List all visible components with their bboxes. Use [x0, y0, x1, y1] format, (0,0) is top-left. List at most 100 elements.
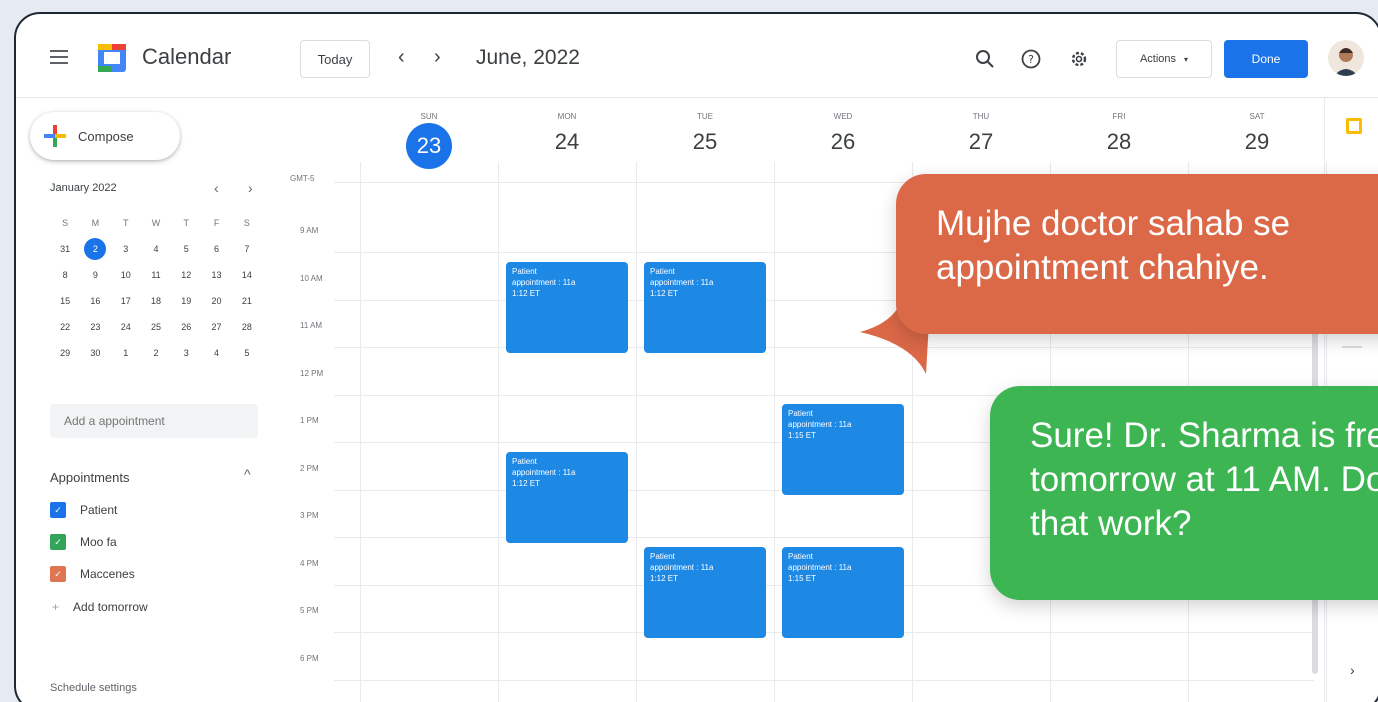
help-icon[interactable]: ?: [1020, 48, 1042, 70]
mini-day[interactable]: 30: [80, 348, 110, 358]
mini-day[interactable]: 19: [171, 296, 201, 306]
calendar-item-patient[interactable]: ✓ Patient: [50, 502, 117, 518]
day-header-25[interactable]: TUE 25: [636, 106, 774, 155]
day-name: SUN: [420, 112, 438, 121]
done-button[interactable]: Done: [1224, 40, 1308, 78]
day-header-29[interactable]: SAT 29: [1188, 106, 1326, 155]
day-name: MON: [557, 112, 577, 121]
grid-line: [334, 679, 1314, 681]
mini-day[interactable]: 25: [141, 322, 171, 332]
calendar-event[interactable]: Patient appointment : 11a 1:15 ET: [782, 404, 904, 495]
mini-day[interactable]: 2: [80, 238, 110, 260]
keep-notes-icon[interactable]: [1346, 118, 1362, 134]
mini-day[interactable]: 11: [141, 270, 171, 280]
event-text: appointment : 11a: [788, 420, 852, 429]
mini-day[interactable]: 18: [141, 296, 171, 306]
expand-panel-icon[interactable]: ›: [1350, 662, 1355, 678]
mini-day[interactable]: 17: [111, 296, 141, 306]
day-number[interactable]: 26: [774, 129, 912, 155]
mini-day[interactable]: 15: [50, 296, 80, 306]
mini-day[interactable]: 14: [232, 270, 262, 280]
mini-chevron-left-icon[interactable]: ‹: [214, 180, 219, 196]
mini-weekday: T: [183, 218, 190, 228]
checkbox-icon[interactable]: ✓: [50, 502, 66, 518]
day-number[interactable]: 25: [636, 129, 774, 155]
mini-chevron-right-icon[interactable]: ›: [248, 180, 253, 196]
compose-button[interactable]: Compose: [30, 112, 180, 160]
mini-day[interactable]: 9: [80, 270, 110, 280]
chat-line: that work?: [1030, 504, 1192, 543]
app-window: Calendar Today ‹ › June, 2022 ? Actions …: [14, 12, 1378, 702]
day-header-28[interactable]: FRI 28: [1050, 106, 1188, 155]
mini-day[interactable]: 3: [171, 348, 201, 358]
calendar-event[interactable]: Patient appointment : 11a 1:12 ET: [644, 261, 766, 353]
chat-line: tomorrow at 11 AM. Does: [1030, 460, 1378, 499]
chevron-up-icon[interactable]: ^: [244, 466, 251, 482]
search-input[interactable]: [50, 404, 258, 438]
mini-day[interactable]: 21: [232, 296, 262, 306]
day-header-26[interactable]: WED 26: [774, 106, 912, 155]
calendar-item-maccenes[interactable]: ✓ Maccenes: [50, 566, 135, 582]
calendar-event[interactable]: Patient appointment : 11a 1:12 ET: [644, 546, 766, 638]
mini-weekday: M: [91, 218, 100, 228]
mini-day[interactable]: 1: [111, 348, 141, 358]
day-header-23[interactable]: SUN 23: [360, 106, 498, 169]
mini-day[interactable]: 5: [171, 244, 201, 254]
chat-message-assistant: Sure! Dr. Sharma is free tomorrow at 11 …: [990, 386, 1378, 600]
chevron-right-icon[interactable]: ›: [434, 46, 441, 69]
chat-line: Mujhe doctor sahab se: [936, 204, 1291, 243]
mini-day[interactable]: 8: [50, 270, 80, 280]
day-number[interactable]: 24: [498, 129, 636, 155]
day-name: SAT: [1249, 112, 1265, 121]
day-number[interactable]: 28: [1050, 129, 1188, 155]
mini-day[interactable]: 2: [141, 348, 171, 358]
mini-day[interactable]: 20: [201, 296, 231, 306]
mini-day[interactable]: 29: [50, 348, 80, 358]
chevron-left-icon[interactable]: ‹: [398, 46, 405, 69]
grid-line: [334, 347, 1314, 348]
settings-icon[interactable]: [1068, 48, 1090, 70]
mini-day[interactable]: 4: [201, 348, 231, 358]
mini-day[interactable]: 27: [201, 322, 231, 332]
mini-day[interactable]: 10: [111, 270, 141, 280]
calendar-event[interactable]: Patient appointment : 11a 1:12 ET: [506, 261, 628, 353]
mini-day[interactable]: 28: [232, 322, 262, 332]
today-button[interactable]: Today: [300, 40, 370, 78]
mini-day[interactable]: 26: [171, 322, 201, 332]
view-dropdown-label: Actions: [1139, 53, 1177, 65]
mini-day[interactable]: 23: [80, 322, 110, 332]
mini-day[interactable]: 6: [201, 244, 231, 254]
mini-calendar-title: January 2022: [50, 182, 117, 194]
mini-day[interactable]: 3: [111, 244, 141, 254]
search-icon[interactable]: [974, 48, 996, 70]
event-text: Patient: [788, 409, 813, 418]
chat-message-user: Mujhe doctor sahab se appointment chahiy…: [896, 174, 1378, 334]
sidebar-footer[interactable]: Schedule settings: [50, 682, 137, 694]
mini-day[interactable]: 22: [50, 322, 80, 332]
avatar[interactable]: [1328, 40, 1364, 76]
mini-day-selected[interactable]: 2: [84, 238, 107, 260]
menu-icon[interactable]: [50, 50, 68, 64]
calendar-event[interactable]: Patient appointment : 11a 1:15 ET: [782, 546, 904, 638]
calendar-item-moofa[interactable]: ✓ Moo fa: [50, 534, 117, 550]
view-dropdown[interactable]: Actions ▾: [1116, 40, 1212, 78]
add-other-calendar[interactable]: + Add tomorrow: [52, 600, 148, 614]
day-header-24[interactable]: MON 24: [498, 106, 636, 155]
checkbox-icon[interactable]: ✓: [50, 566, 66, 582]
mini-day[interactable]: 13: [201, 270, 231, 280]
checkbox-icon[interactable]: ✓: [50, 534, 66, 550]
mini-day[interactable]: 24: [111, 322, 141, 332]
event-text: Patient: [650, 266, 675, 276]
mini-day[interactable]: 16: [80, 296, 110, 306]
divider: [1342, 346, 1362, 348]
mini-day[interactable]: 7: [232, 244, 262, 254]
day-number[interactable]: 29: [1188, 129, 1326, 155]
mini-day[interactable]: 12: [171, 270, 201, 280]
today-date[interactable]: 23: [406, 123, 452, 169]
mini-day[interactable]: 5: [232, 348, 262, 358]
calendar-event[interactable]: Patient appointment : 11a 1:12 ET: [506, 451, 628, 543]
mini-day[interactable]: 4: [141, 244, 171, 254]
mini-day[interactable]: 31: [50, 244, 80, 254]
day-number[interactable]: 27: [912, 129, 1050, 155]
day-header-27[interactable]: THU 27: [912, 106, 1050, 155]
